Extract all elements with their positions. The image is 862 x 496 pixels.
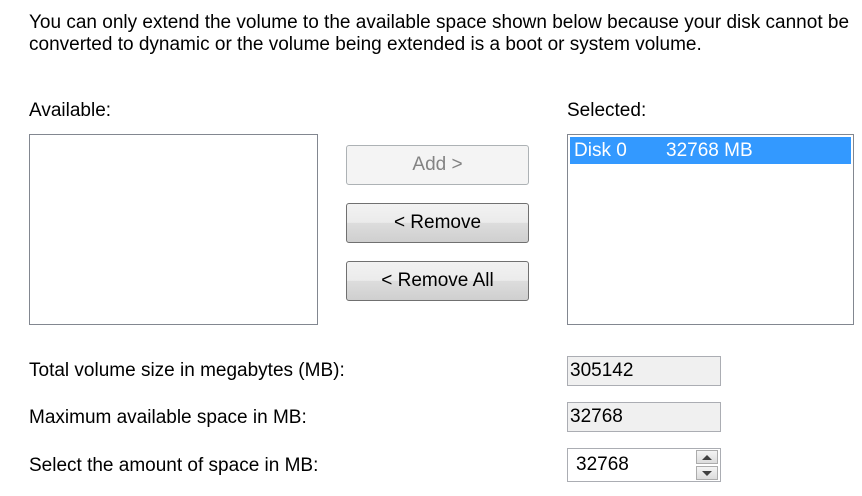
max-space-field: 32768	[567, 402, 721, 432]
spin-down-icon	[702, 470, 712, 476]
select-space-input[interactable]: 32768	[576, 449, 629, 481]
remove-button[interactable]: < Remove	[346, 203, 529, 243]
total-size-field: 305142	[567, 356, 721, 386]
selected-list-item[interactable]: Disk 0 32768 MB	[570, 137, 851, 164]
total-size-label: Total volume size in megabytes (MB):	[29, 360, 345, 381]
selected-item-disk: Disk 0	[574, 140, 627, 161]
add-button[interactable]: Add >	[346, 145, 529, 185]
select-space-label: Select the amount of space in MB:	[29, 455, 319, 476]
remove-all-button[interactable]: < Remove All	[346, 261, 529, 301]
spin-down-button[interactable]	[696, 466, 718, 480]
description-text: You can only extend the volume to the av…	[29, 12, 850, 55]
select-space-spinner[interactable]: 32768	[567, 448, 721, 482]
available-listbox[interactable]	[29, 134, 318, 325]
available-label: Available:	[29, 100, 112, 121]
selected-item-size: 32768 MB	[666, 140, 753, 161]
selected-label: Selected:	[567, 100, 647, 121]
max-space-label: Maximum available space in MB:	[29, 407, 307, 428]
spin-up-button[interactable]	[696, 450, 718, 464]
selected-listbox[interactable]: Disk 0 32768 MB	[567, 134, 854, 325]
spin-up-icon	[702, 454, 712, 460]
